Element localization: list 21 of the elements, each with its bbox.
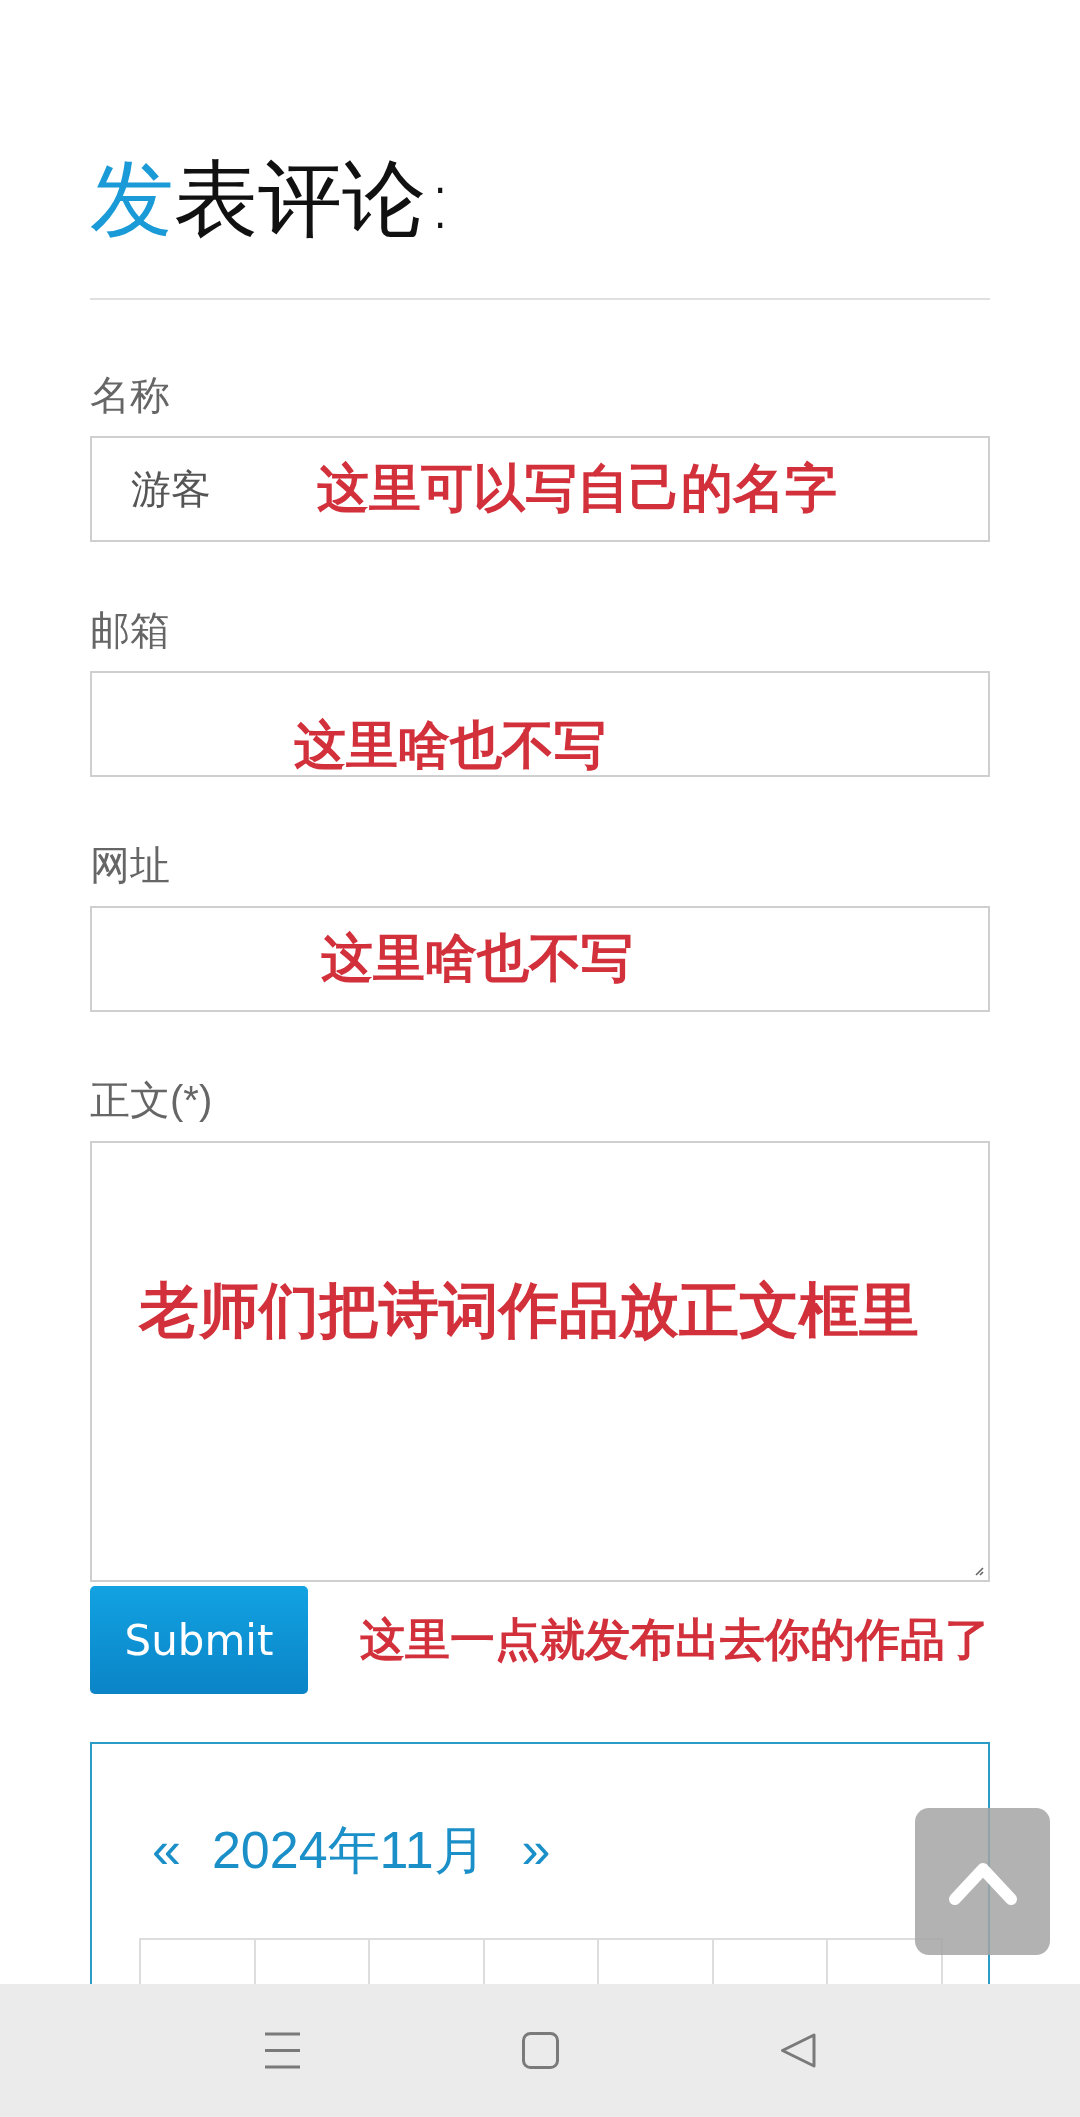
resize-grip-icon[interactable] bbox=[974, 1566, 984, 1576]
menu-icon[interactable] bbox=[263, 2032, 301, 2069]
previous-month-link[interactable]: « bbox=[152, 1820, 181, 1880]
annotation-text: 这里啥也不写 bbox=[294, 716, 606, 776]
comment-textarea[interactable] bbox=[90, 1141, 990, 1582]
field-label: 网址 bbox=[90, 842, 170, 889]
next-month-link[interactable]: » bbox=[521, 1820, 551, 1880]
text-input[interactable] bbox=[90, 671, 990, 777]
text-input[interactable] bbox=[90, 906, 990, 1012]
field-label: 邮箱 bbox=[90, 607, 170, 654]
square-icon[interactable] bbox=[521, 2032, 559, 2069]
annotation-text: 这里可以写自己的名字 bbox=[317, 459, 837, 519]
field-label: 名称 bbox=[90, 372, 170, 419]
annotation-text: 这里啥也不写 bbox=[321, 929, 633, 989]
page-title: 发表评论: bbox=[90, 149, 455, 250]
field-label: 正文(*) bbox=[90, 1077, 213, 1124]
month-link[interactable]: 2024年11月 bbox=[211, 1820, 486, 1880]
triangle-icon[interactable] bbox=[779, 2032, 817, 2069]
annotation-text: 这里一点就发布出去你的作品了 bbox=[360, 1613, 990, 1667]
submit-button[interactable]: Submit bbox=[90, 1586, 308, 1694]
annotation-text: 老师们把诗词作品放正文框里 bbox=[139, 1276, 919, 1345]
